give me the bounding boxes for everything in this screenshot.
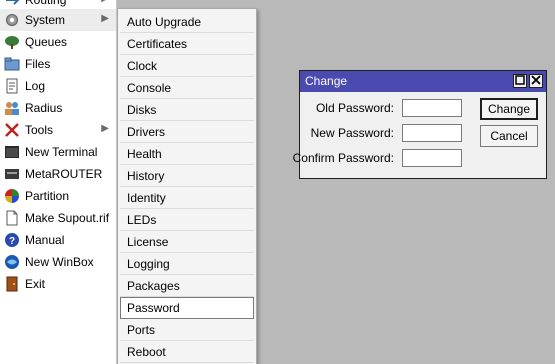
submenu-item-console[interactable]: Console [120,77,254,99]
queues-icon [4,34,20,50]
winbox-icon [4,254,20,270]
terminal-icon [4,144,20,160]
folder-icon [4,56,20,72]
sidebar-item-label: Log [25,79,46,93]
submenu-item-certificates[interactable]: Certificates [120,33,254,55]
submenu-item-leds[interactable]: LEDs [120,209,254,231]
users-icon [4,100,20,116]
maximize-icon [515,75,525,87]
sidebar-item-label: Files [25,57,51,71]
system-submenu: Auto Upgrade Certificates Clock Console … [117,8,257,364]
submenu-item-auto-upgrade[interactable]: Auto Upgrade [120,11,254,33]
old-password-field[interactable] [402,99,462,117]
sidebar-item-metarouter[interactable]: MetaROUTER [0,163,116,185]
submenu-item-history[interactable]: History [120,165,254,187]
sidebar-item-label: Make Supout.rif [25,211,110,225]
exit-icon [4,276,20,292]
old-password-label: Old Password: [315,101,394,115]
submenu-item-logging[interactable]: Logging [120,253,254,275]
sidebar-item-label: MetaROUTER [25,167,103,181]
sidebar-item-log[interactable]: Log [0,75,116,97]
submenu-item-health[interactable]: Health [120,143,254,165]
confirm-password-field[interactable] [402,149,462,167]
sidebar-item-label: Tools [25,123,54,137]
tools-icon [4,122,20,138]
close-button[interactable] [529,74,543,88]
partition-icon [4,188,20,204]
sidebar-menu: Routing ▶ System ▶ Queues Files Log Radi… [0,0,117,364]
svg-text:?: ? [9,236,15,247]
sidebar-item-partition[interactable]: Partition [0,185,116,207]
sidebar-item-label: Queues [25,35,68,49]
sidebar-item-manual[interactable]: ? Manual [0,229,116,251]
sidebar-item-label: New WinBox [25,255,94,269]
submenu-item-drivers[interactable]: Drivers [120,121,254,143]
sidebar-item-queues[interactable]: Queues [0,31,116,53]
sidebar-item-label: System [25,13,66,27]
submenu-item-disks[interactable]: Disks [120,99,254,121]
dialog-titlebar[interactable]: Change [300,71,546,92]
close-icon [531,75,541,87]
sidebar-item-exit[interactable]: Exit [0,273,116,295]
change-password-dialog: Change Old Password: New Password: Confi… [293,70,547,179]
routing-icon [4,0,20,8]
sidebar-item-files[interactable]: Files [0,53,116,75]
cancel-button[interactable]: Cancel [480,125,538,147]
submenu-item-clock[interactable]: Clock [120,55,254,77]
help-icon: ? [4,232,20,248]
submenu-item-license[interactable]: License [120,231,254,253]
sidebar-item-label: New Terminal [25,145,98,159]
new-password-label: New Password: [310,126,394,140]
submenu-item-password[interactable]: Password [120,297,254,319]
sidebar-item-label: Exit [25,277,46,291]
sidebar-item-label: Manual [25,233,65,247]
log-icon [4,78,20,94]
submenu-item-packages[interactable]: Packages [120,275,254,297]
submenu-arrow-icon: ▶ [101,0,109,4]
maximize-button[interactable] [513,74,527,88]
sidebar-item-tools[interactable]: Tools ▶ [0,119,116,141]
submenu-arrow-icon: ▶ [101,123,109,134]
submenu-item-ports[interactable]: Ports [120,319,254,341]
change-button[interactable]: Change [480,98,538,120]
gear-icon [4,12,20,28]
metarouter-icon [4,166,20,182]
new-password-field[interactable] [402,124,462,142]
sidebar-item-label: Partition [25,189,70,203]
sidebar-item-system[interactable]: System ▶ [0,9,116,31]
sidebar-item-new-winbox[interactable]: New WinBox [0,251,116,273]
sidebar-item-make-supout[interactable]: Make Supout.rif [0,207,116,229]
submenu-arrow-icon: ▶ [101,13,109,24]
document-icon [4,210,20,226]
confirm-password-label: Confirm Password: [292,151,394,165]
sidebar-item-label: Radius [25,101,63,115]
submenu-item-reboot[interactable]: Reboot [120,341,254,363]
sidebar-item-radius[interactable]: Radius [0,97,116,119]
sidebar-item-new-terminal[interactable]: New Terminal [0,141,116,163]
dialog-title: Change [305,74,348,88]
submenu-item-identity[interactable]: Identity [120,187,254,209]
